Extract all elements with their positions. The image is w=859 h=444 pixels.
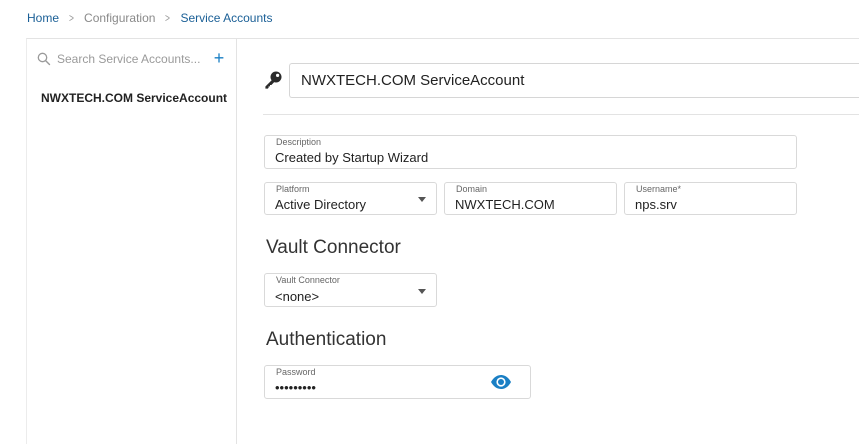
search-input[interactable] — [57, 52, 207, 66]
domain-label: Domain — [456, 184, 488, 194]
vault-connector-value[interactable]: <none> — [275, 289, 406, 304]
chevron-down-icon[interactable] — [418, 289, 426, 294]
breadcrumb: Home > Configuration > Service Accounts — [27, 10, 272, 26]
authentication-heading: Authentication — [266, 329, 387, 350]
breadcrumb-home[interactable]: Home — [27, 11, 59, 25]
main-panel: Description Created by Startup Wizard Pl… — [237, 38, 859, 444]
password-label: Password — [276, 367, 316, 377]
vault-connector-select[interactable]: Vault Connector <none> — [264, 273, 437, 307]
eye-icon[interactable] — [490, 374, 512, 390]
breadcrumb-service-accounts[interactable]: Service Accounts — [180, 11, 272, 25]
search-row: + — [37, 48, 227, 68]
domain-value[interactable]: NWXTECH.COM — [455, 197, 586, 212]
account-name-input[interactable] — [289, 63, 859, 98]
key-icon — [263, 70, 283, 90]
breadcrumb-configuration[interactable]: Configuration — [84, 11, 155, 25]
username-label: Username* — [636, 184, 682, 194]
sidebar: + NWXTECH.COM ServiceAccount — [26, 38, 237, 444]
password-field[interactable]: Password ••••••••• — [264, 365, 531, 399]
username-field[interactable]: Username* nps.srv — [624, 182, 797, 215]
vault-connector-label: Vault Connector — [276, 275, 340, 285]
platform-value[interactable]: Active Directory — [275, 197, 406, 212]
breadcrumb-separator: > — [69, 11, 74, 25]
search-icon — [37, 52, 51, 66]
password-value[interactable]: ••••••••• — [275, 380, 500, 395]
breadcrumb-separator: > — [165, 11, 171, 25]
platform-select[interactable]: Platform Active Directory — [264, 182, 437, 215]
description-field[interactable]: Description Created by Startup Wizard — [264, 135, 797, 169]
platform-label: Platform — [276, 184, 310, 194]
chevron-down-icon[interactable] — [418, 197, 426, 202]
sidebar-item-service-account[interactable]: NWXTECH.COM ServiceAccount — [41, 91, 227, 105]
username-value[interactable]: nps.srv — [635, 197, 766, 212]
add-service-account-button[interactable]: + — [211, 48, 227, 68]
domain-field[interactable]: Domain NWXTECH.COM — [444, 182, 617, 215]
description-value[interactable]: Created by Startup Wizard — [275, 150, 766, 165]
description-label: Description — [276, 137, 322, 147]
header-divider — [263, 114, 859, 115]
vault-connector-heading: Vault Connector — [266, 237, 401, 258]
